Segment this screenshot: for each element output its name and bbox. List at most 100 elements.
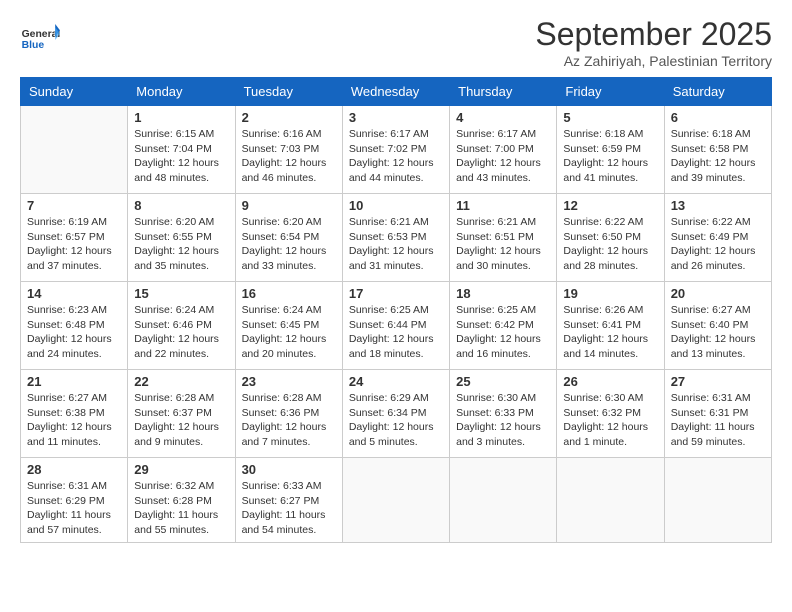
- day-number: 30: [242, 462, 336, 477]
- calendar-cell: 22 Sunrise: 6:28 AM Sunset: 6:37 PM Dayli…: [128, 370, 235, 458]
- day-info: Sunrise: 6:18 AM Sunset: 6:59 PM Dayligh…: [563, 127, 657, 186]
- day-info: Sunrise: 6:21 AM Sunset: 6:53 PM Dayligh…: [349, 215, 443, 274]
- day-info: Sunrise: 6:28 AM Sunset: 6:36 PM Dayligh…: [242, 391, 336, 450]
- day-number: 8: [134, 198, 228, 213]
- day-info: Sunrise: 6:15 AM Sunset: 7:04 PM Dayligh…: [134, 127, 228, 186]
- day-info: Sunrise: 6:31 AM Sunset: 6:29 PM Dayligh…: [27, 479, 121, 538]
- day-info: Sunrise: 6:27 AM Sunset: 6:38 PM Dayligh…: [27, 391, 121, 450]
- logo-icon: General Blue: [20, 16, 60, 56]
- calendar-cell: 27 Sunrise: 6:31 AM Sunset: 6:31 PM Dayli…: [664, 370, 771, 458]
- day-number: 29: [134, 462, 228, 477]
- calendar-week-row: 1 Sunrise: 6:15 AM Sunset: 7:04 PM Daylig…: [21, 106, 772, 194]
- subtitle: Az Zahiriyah, Palestinian Territory: [535, 53, 772, 69]
- day-info: Sunrise: 6:30 AM Sunset: 6:33 PM Dayligh…: [456, 391, 550, 450]
- header-friday: Friday: [557, 78, 664, 106]
- calendar-cell: 3 Sunrise: 6:17 AM Sunset: 7:02 PM Daylig…: [342, 106, 449, 194]
- calendar-cell: 26 Sunrise: 6:30 AM Sunset: 6:32 PM Dayli…: [557, 370, 664, 458]
- calendar-header-row: SundayMondayTuesdayWednesdayThursdayFrid…: [21, 78, 772, 106]
- day-info: Sunrise: 6:29 AM Sunset: 6:34 PM Dayligh…: [349, 391, 443, 450]
- calendar-week-row: 7Sunrise: 6:19 AM Sunset: 6:57 PM Daylig…: [21, 194, 772, 282]
- day-info: Sunrise: 6:22 AM Sunset: 6:49 PM Dayligh…: [671, 215, 765, 274]
- calendar-cell: 4 Sunrise: 6:17 AM Sunset: 7:00 PM Daylig…: [450, 106, 557, 194]
- day-number: 12: [563, 198, 657, 213]
- day-number: 25: [456, 374, 550, 389]
- month-title: September 2025: [535, 16, 772, 53]
- calendar-cell: 18Sunrise: 6:25 AM Sunset: 6:42 PM Dayli…: [450, 282, 557, 370]
- page-header: General Blue September 2025 Az Zahiriyah…: [20, 16, 772, 69]
- calendar-cell: 19Sunrise: 6:26 AM Sunset: 6:41 PM Dayli…: [557, 282, 664, 370]
- day-number: 27: [671, 374, 765, 389]
- day-number: 5: [563, 110, 657, 125]
- day-number: 23: [242, 374, 336, 389]
- calendar-cell: 23 Sunrise: 6:28 AM Sunset: 6:36 PM Dayli…: [235, 370, 342, 458]
- day-info: Sunrise: 6:24 AM Sunset: 6:46 PM Dayligh…: [134, 303, 228, 362]
- calendar-cell: [557, 458, 664, 543]
- calendar-cell: 17Sunrise: 6:25 AM Sunset: 6:44 PM Dayli…: [342, 282, 449, 370]
- day-number: 21: [27, 374, 121, 389]
- day-info: Sunrise: 6:28 AM Sunset: 6:37 PM Dayligh…: [134, 391, 228, 450]
- day-info: Sunrise: 6:20 AM Sunset: 6:54 PM Dayligh…: [242, 215, 336, 274]
- calendar-cell: 8 Sunrise: 6:20 AM Sunset: 6:55 PM Daylig…: [128, 194, 235, 282]
- day-number: 16: [242, 286, 336, 301]
- header-monday: Monday: [128, 78, 235, 106]
- header-thursday: Thursday: [450, 78, 557, 106]
- day-info: Sunrise: 6:25 AM Sunset: 6:44 PM Dayligh…: [349, 303, 443, 362]
- day-info: Sunrise: 6:24 AM Sunset: 6:45 PM Dayligh…: [242, 303, 336, 362]
- calendar-cell: 29Sunrise: 6:32 AM Sunset: 6:28 PM Dayli…: [128, 458, 235, 543]
- day-number: 22: [134, 374, 228, 389]
- day-number: 1: [134, 110, 228, 125]
- day-number: 4: [456, 110, 550, 125]
- logo: General Blue: [20, 16, 64, 56]
- calendar-table: SundayMondayTuesdayWednesdayThursdayFrid…: [20, 77, 772, 543]
- day-info: Sunrise: 6:30 AM Sunset: 6:32 PM Dayligh…: [563, 391, 657, 450]
- header-sunday: Sunday: [21, 78, 128, 106]
- calendar-cell: 13 Sunrise: 6:22 AM Sunset: 6:49 PM Dayli…: [664, 194, 771, 282]
- day-info: Sunrise: 6:18 AM Sunset: 6:58 PM Dayligh…: [671, 127, 765, 186]
- day-info: Sunrise: 6:16 AM Sunset: 7:03 PM Dayligh…: [242, 127, 336, 186]
- calendar-cell: 6Sunrise: 6:18 AM Sunset: 6:58 PM Daylig…: [664, 106, 771, 194]
- calendar-cell: 2 Sunrise: 6:16 AM Sunset: 7:03 PM Daylig…: [235, 106, 342, 194]
- calendar-cell: 21 Sunrise: 6:27 AM Sunset: 6:38 PM Dayli…: [21, 370, 128, 458]
- calendar-week-row: 14 Sunrise: 6:23 AM Sunset: 6:48 PM Dayli…: [21, 282, 772, 370]
- calendar-cell: [664, 458, 771, 543]
- calendar-cell: [450, 458, 557, 543]
- day-info: Sunrise: 6:22 AM Sunset: 6:50 PM Dayligh…: [563, 215, 657, 274]
- day-info: Sunrise: 6:27 AM Sunset: 6:40 PM Dayligh…: [671, 303, 765, 362]
- calendar-cell: 25 Sunrise: 6:30 AM Sunset: 6:33 PM Dayli…: [450, 370, 557, 458]
- calendar-cell: [342, 458, 449, 543]
- day-number: 13: [671, 198, 765, 213]
- day-info: Sunrise: 6:26 AM Sunset: 6:41 PM Dayligh…: [563, 303, 657, 362]
- day-info: Sunrise: 6:20 AM Sunset: 6:55 PM Dayligh…: [134, 215, 228, 274]
- day-info: Sunrise: 6:23 AM Sunset: 6:48 PM Dayligh…: [27, 303, 121, 362]
- day-info: Sunrise: 6:25 AM Sunset: 6:42 PM Dayligh…: [456, 303, 550, 362]
- header-saturday: Saturday: [664, 78, 771, 106]
- day-number: 3: [349, 110, 443, 125]
- day-info: Sunrise: 6:19 AM Sunset: 6:57 PM Dayligh…: [27, 215, 121, 274]
- day-info: Sunrise: 6:17 AM Sunset: 7:00 PM Dayligh…: [456, 127, 550, 186]
- day-info: Sunrise: 6:33 AM Sunset: 6:27 PM Dayligh…: [242, 479, 336, 538]
- day-info: Sunrise: 6:31 AM Sunset: 6:31 PM Dayligh…: [671, 391, 765, 450]
- calendar-cell: 14 Sunrise: 6:23 AM Sunset: 6:48 PM Dayli…: [21, 282, 128, 370]
- calendar-week-row: 28 Sunrise: 6:31 AM Sunset: 6:29 PM Dayli…: [21, 458, 772, 543]
- day-number: 26: [563, 374, 657, 389]
- calendar-cell: 1 Sunrise: 6:15 AM Sunset: 7:04 PM Daylig…: [128, 106, 235, 194]
- day-number: 11: [456, 198, 550, 213]
- calendar-cell: 11Sunrise: 6:21 AM Sunset: 6:51 PM Dayli…: [450, 194, 557, 282]
- calendar-cell: 7Sunrise: 6:19 AM Sunset: 6:57 PM Daylig…: [21, 194, 128, 282]
- day-number: 15: [134, 286, 228, 301]
- day-info: Sunrise: 6:17 AM Sunset: 7:02 PM Dayligh…: [349, 127, 443, 186]
- calendar-cell: 5 Sunrise: 6:18 AM Sunset: 6:59 PM Daylig…: [557, 106, 664, 194]
- day-number: 10: [349, 198, 443, 213]
- svg-text:General: General: [22, 29, 60, 40]
- title-section: September 2025 Az Zahiriyah, Palestinian…: [535, 16, 772, 69]
- day-number: 2: [242, 110, 336, 125]
- calendar-week-row: 21 Sunrise: 6:27 AM Sunset: 6:38 PM Dayli…: [21, 370, 772, 458]
- day-number: 28: [27, 462, 121, 477]
- day-number: 14: [27, 286, 121, 301]
- calendar-cell: 16 Sunrise: 6:24 AM Sunset: 6:45 PM Dayli…: [235, 282, 342, 370]
- day-number: 24: [349, 374, 443, 389]
- calendar-cell: 30 Sunrise: 6:33 AM Sunset: 6:27 PM Dayli…: [235, 458, 342, 543]
- svg-text:Blue: Blue: [22, 40, 45, 51]
- day-number: 20: [671, 286, 765, 301]
- calendar-cell: 12 Sunrise: 6:22 AM Sunset: 6:50 PM Dayli…: [557, 194, 664, 282]
